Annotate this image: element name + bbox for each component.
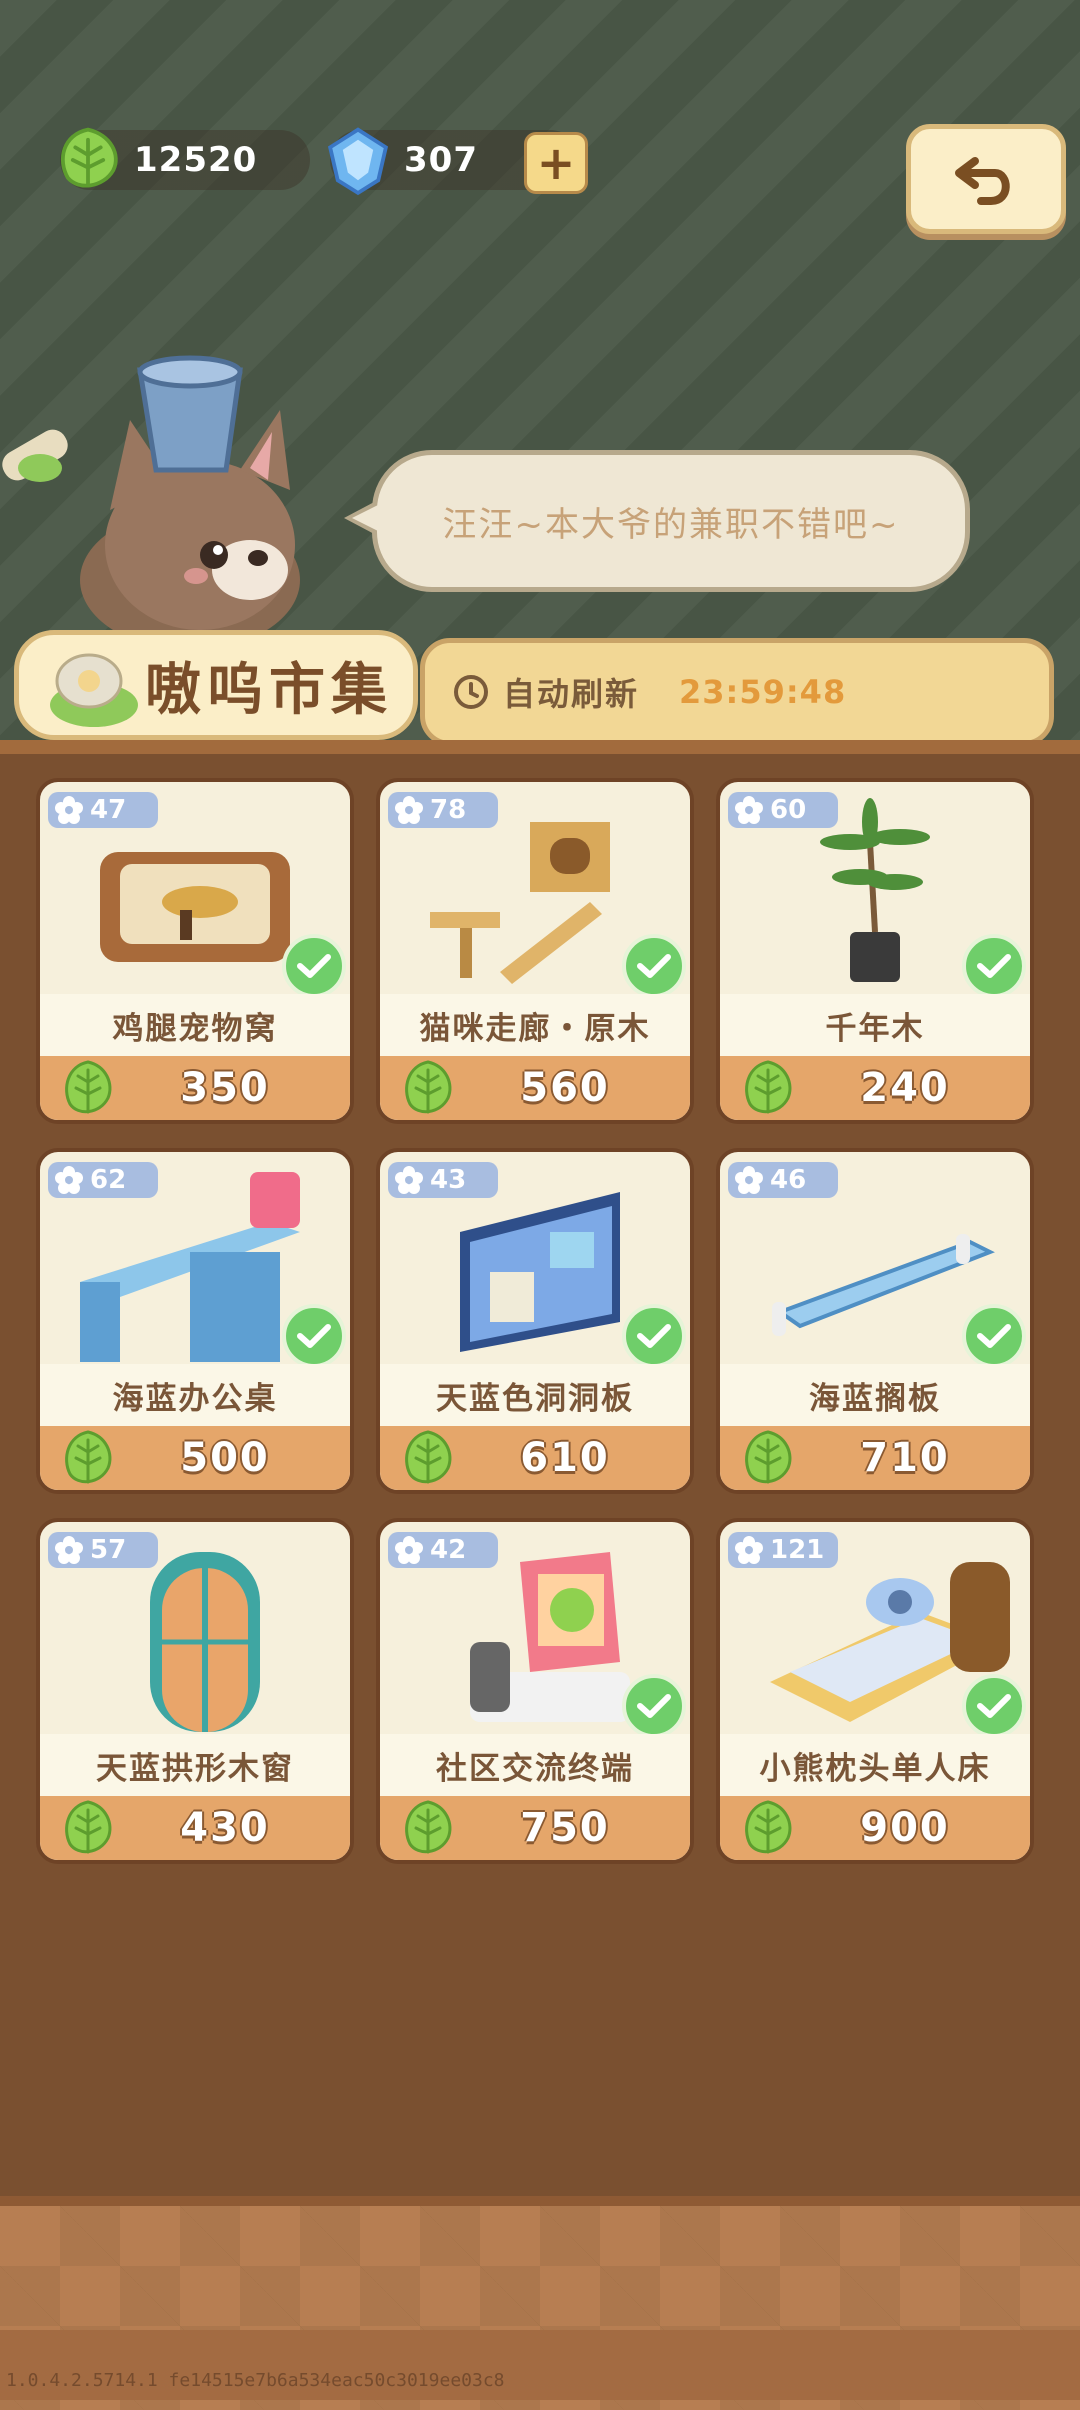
shop-item-card-7[interactable]: 57 天蓝拱形木窗 430 <box>36 1518 354 1864</box>
comfort-badge: 78 <box>388 792 498 828</box>
item-grid: 47 鸡腿宠物窝 350 78 猫咪走廊・原木 560 60 千年木 240 6… <box>36 778 1044 1864</box>
owned-check-icon <box>622 934 686 998</box>
comfort-badge: 42 <box>388 1532 498 1568</box>
speech-bubble: 汪汪~本大爷的兼职不错吧~ <box>372 450 970 592</box>
buy-price-button[interactable]: 240 <box>720 1056 1030 1120</box>
buy-price-button[interactable]: 710 <box>720 1426 1030 1490</box>
comfort-value: 60 <box>770 795 807 825</box>
buy-price-button[interactable]: 430 <box>40 1796 350 1860</box>
owned-check-icon <box>622 1674 686 1738</box>
shop-item-card-9[interactable]: 121 小熊枕头单人床 900 <box>716 1518 1034 1864</box>
buy-price-button[interactable]: 350 <box>40 1056 350 1120</box>
auto-refresh-bar: 自动刷新 23:59:48 <box>420 638 1054 746</box>
comfort-badge: 47 <box>48 792 158 828</box>
back-button[interactable] <box>906 124 1066 234</box>
leaf-amount: 12520 <box>134 140 258 180</box>
item-name: 海蓝办公桌 <box>40 1364 350 1426</box>
comfort-value: 47 <box>90 795 127 825</box>
comfort-value: 121 <box>770 1535 825 1565</box>
owned-check-icon <box>962 934 1026 998</box>
comfort-value: 62 <box>90 1165 127 1195</box>
comfort-badge: 43 <box>388 1162 498 1198</box>
leaf-icon <box>405 1430 452 1484</box>
leaf-icon <box>65 1800 112 1854</box>
leaf-icon <box>745 1060 792 1114</box>
item-name: 鸡腿宠物窝 <box>40 994 350 1056</box>
comfort-value: 43 <box>430 1165 467 1195</box>
comfort-badge: 62 <box>48 1162 158 1198</box>
buy-price-button[interactable]: 500 <box>40 1426 350 1490</box>
item-name: 天蓝拱形木窗 <box>40 1734 350 1796</box>
flower-icon <box>395 1536 423 1564</box>
comfort-badge: 121 <box>728 1532 838 1568</box>
leaf-icon <box>405 1060 452 1114</box>
shop-item-card-4[interactable]: 62 海蓝办公桌 500 <box>36 1148 354 1494</box>
item-name: 海蓝搁板 <box>720 1364 1030 1426</box>
market-title-banner: 嗷呜市集 <box>14 630 418 740</box>
buy-price-button[interactable]: 560 <box>380 1056 690 1120</box>
flower-icon <box>395 1166 423 1194</box>
comfort-badge: 46 <box>728 1162 838 1198</box>
item-name: 猫咪走廊・原木 <box>380 994 690 1056</box>
item-name: 千年木 <box>720 994 1030 1056</box>
flower-icon <box>735 796 763 824</box>
comfort-value: 57 <box>90 1535 127 1565</box>
leaf-icon <box>65 1060 112 1114</box>
shop-item-card-1[interactable]: 47 鸡腿宠物窝 350 <box>36 778 354 1124</box>
buy-price-button[interactable]: 900 <box>720 1796 1030 1860</box>
flower-icon <box>55 796 83 824</box>
owned-check-icon <box>282 934 346 998</box>
shelf-edge <box>0 740 1080 754</box>
leaf-icon <box>405 1800 452 1854</box>
owned-check-icon <box>282 1304 346 1368</box>
comfort-badge: 57 <box>48 1532 158 1568</box>
speech-bubble-tail-inner <box>352 504 380 532</box>
flower-icon <box>735 1536 763 1564</box>
flower-icon <box>735 1166 763 1194</box>
comfort-badge: 60 <box>728 792 838 828</box>
market-plant-icon <box>50 653 138 727</box>
refresh-countdown: 23:59:48 <box>679 673 847 711</box>
item-name: 小熊枕头单人床 <box>720 1734 1030 1796</box>
item-name: 天蓝色洞洞板 <box>380 1364 690 1426</box>
item-name: 社区交流终端 <box>380 1734 690 1796</box>
buy-price-button[interactable]: 750 <box>380 1796 690 1860</box>
version-string: 1.0.4.2.5714.1 fe14515e7b6a534eac50c3019… <box>6 2370 505 2391</box>
buy-price-button[interactable]: 610 <box>380 1426 690 1490</box>
leaf-icon <box>745 1800 792 1854</box>
undo-arrow-icon <box>955 157 1010 205</box>
shop-item-card-5[interactable]: 43 天蓝色洞洞板 610 <box>376 1148 694 1494</box>
comfort-value: 46 <box>770 1165 807 1195</box>
gem-amount: 307 <box>404 140 478 180</box>
diamond-icon <box>327 127 389 196</box>
owned-check-icon <box>962 1304 1026 1368</box>
owned-check-icon <box>622 1304 686 1368</box>
shop-item-card-2[interactable]: 78 猫咪走廊・原木 560 <box>376 778 694 1124</box>
owned-check-icon <box>962 1674 1026 1738</box>
leaf-icon <box>60 127 118 188</box>
leaf-currency: 12520 <box>60 127 310 190</box>
add-gems-button[interactable]: + <box>524 132 588 194</box>
shop-item-card-6[interactable]: 46 海蓝搁板 710 <box>716 1148 1034 1494</box>
dog-mascot-illustration <box>2 355 300 630</box>
market-title: 嗷呜市集 <box>145 657 393 723</box>
comfort-value: 78 <box>430 795 467 825</box>
flower-icon <box>395 796 423 824</box>
flower-icon <box>55 1166 83 1194</box>
shop-item-card-8[interactable]: 42 社区交流终端 750 <box>376 1518 694 1864</box>
shop-item-card-3[interactable]: 60 千年木 240 <box>716 778 1034 1124</box>
flower-icon <box>55 1536 83 1564</box>
auto-refresh-label: 自动刷新 <box>503 675 640 713</box>
clock-refresh-icon <box>454 675 488 709</box>
comfort-value: 42 <box>430 1535 467 1565</box>
leaf-icon <box>65 1430 112 1484</box>
leaf-icon <box>745 1430 792 1484</box>
